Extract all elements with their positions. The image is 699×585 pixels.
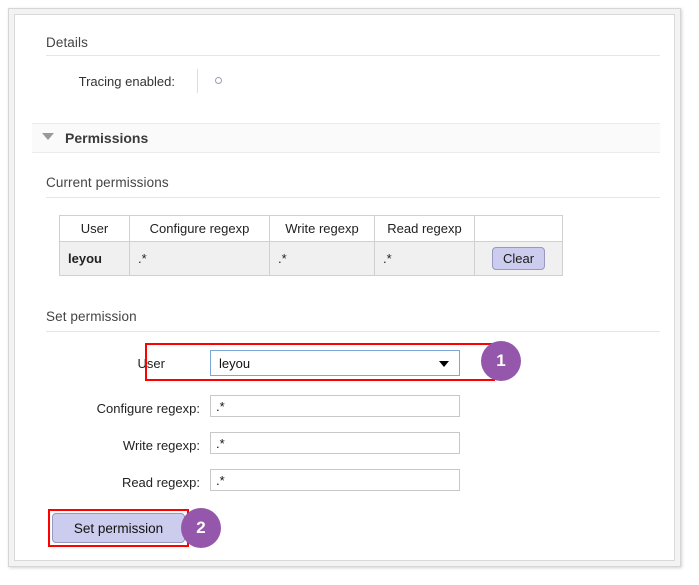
column-header-user: User [60, 216, 130, 242]
configure-regexp-label: Configure regexp: [55, 401, 200, 416]
details-divider [46, 55, 660, 56]
current-permissions-title: Current permissions [46, 175, 169, 190]
column-header-actions [475, 216, 563, 242]
table-row: leyou .* .* .* Clear [60, 242, 563, 276]
read-regexp-label: Read regexp: [55, 475, 200, 490]
permissions-section-title: Permissions [65, 130, 148, 146]
cell-read-regexp: .* [375, 242, 475, 276]
column-header-write: Write regexp [270, 216, 375, 242]
user-select[interactable]: leyou [210, 350, 460, 376]
column-header-configure: Configure regexp [130, 216, 270, 242]
details-section-title: Details [46, 35, 88, 50]
configure-regexp-input[interactable] [210, 395, 460, 417]
table-header-row: User Configure regexp Write regexp Read … [60, 216, 563, 242]
small-circle-indicator-icon [215, 77, 222, 84]
current-permissions-divider [46, 197, 660, 198]
annotation-badge-1: 1 [481, 341, 521, 381]
cell-write-regexp: .* [270, 242, 375, 276]
chevron-down-icon [439, 361, 449, 367]
clear-permission-button[interactable]: Clear [492, 247, 545, 270]
write-regexp-label: Write regexp: [55, 438, 200, 453]
cell-user: leyou [60, 242, 130, 276]
write-regexp-input[interactable] [210, 432, 460, 454]
user-select-value: leyou [219, 356, 250, 371]
set-permission-button[interactable]: Set permission [52, 513, 185, 543]
column-header-read: Read regexp [375, 216, 475, 242]
current-permissions-table: User Configure regexp Write regexp Read … [59, 215, 563, 276]
tracing-separator [197, 69, 198, 93]
window-frame: Details Tracing enabled: Permissions Cur… [8, 8, 681, 567]
read-regexp-input[interactable] [210, 469, 460, 491]
triangle-down-icon[interactable] [42, 133, 54, 140]
details-panel: Details Tracing enabled: Permissions Cur… [14, 14, 675, 561]
tracing-enabled-label: Tracing enabled: [45, 74, 175, 89]
user-field-label: User [75, 356, 165, 371]
set-permission-divider [46, 331, 660, 332]
cell-actions: Clear [475, 242, 563, 276]
cell-configure-regexp: .* [130, 242, 270, 276]
annotation-badge-2: 2 [181, 508, 221, 548]
set-permission-title: Set permission [46, 309, 137, 324]
